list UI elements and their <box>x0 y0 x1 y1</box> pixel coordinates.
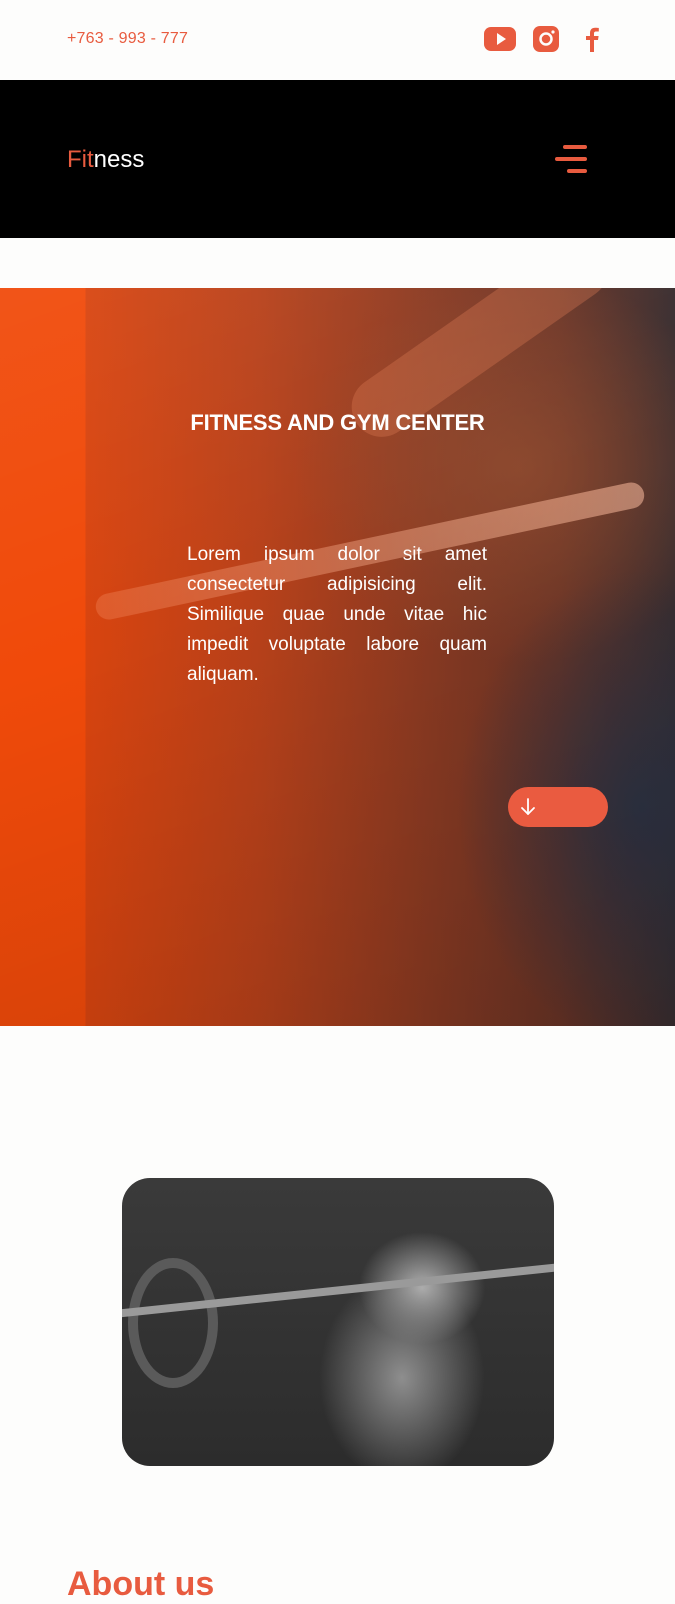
scroll-down-button[interactable] <box>508 787 608 827</box>
menu-line <box>563 145 587 149</box>
gym-photo <box>122 1178 554 1466</box>
phone-number[interactable]: +763 - 993 - 777 <box>67 30 188 48</box>
top-bar: +763 - 993 - 777 <box>0 0 675 80</box>
hero-description: Lorem ipsum dolor sit amet consectetur a… <box>187 544 487 685</box>
site-logo[interactable]: Fitness <box>67 146 144 174</box>
logo-accent-text: Fit <box>67 146 94 173</box>
facebook-icon[interactable] <box>584 26 600 52</box>
instagram-icon[interactable] <box>533 26 559 52</box>
weight-plate <box>128 1258 218 1388</box>
youtube-icon[interactable] <box>484 26 516 52</box>
arrow-down-icon <box>521 798 535 815</box>
main-navbar: Fitness <box>0 80 675 238</box>
logo-rest-text: ness <box>93 146 145 173</box>
hero-title: FITNESS AND GYM CENTER <box>190 410 485 435</box>
about-heading: About us <box>67 1565 215 1603</box>
hamburger-menu-icon[interactable] <box>555 144 587 174</box>
menu-line <box>567 169 587 173</box>
hero-banner: FITNESS AND GYM CENTER Lorem ipsum dolor… <box>0 288 675 1026</box>
menu-line <box>555 157 587 161</box>
